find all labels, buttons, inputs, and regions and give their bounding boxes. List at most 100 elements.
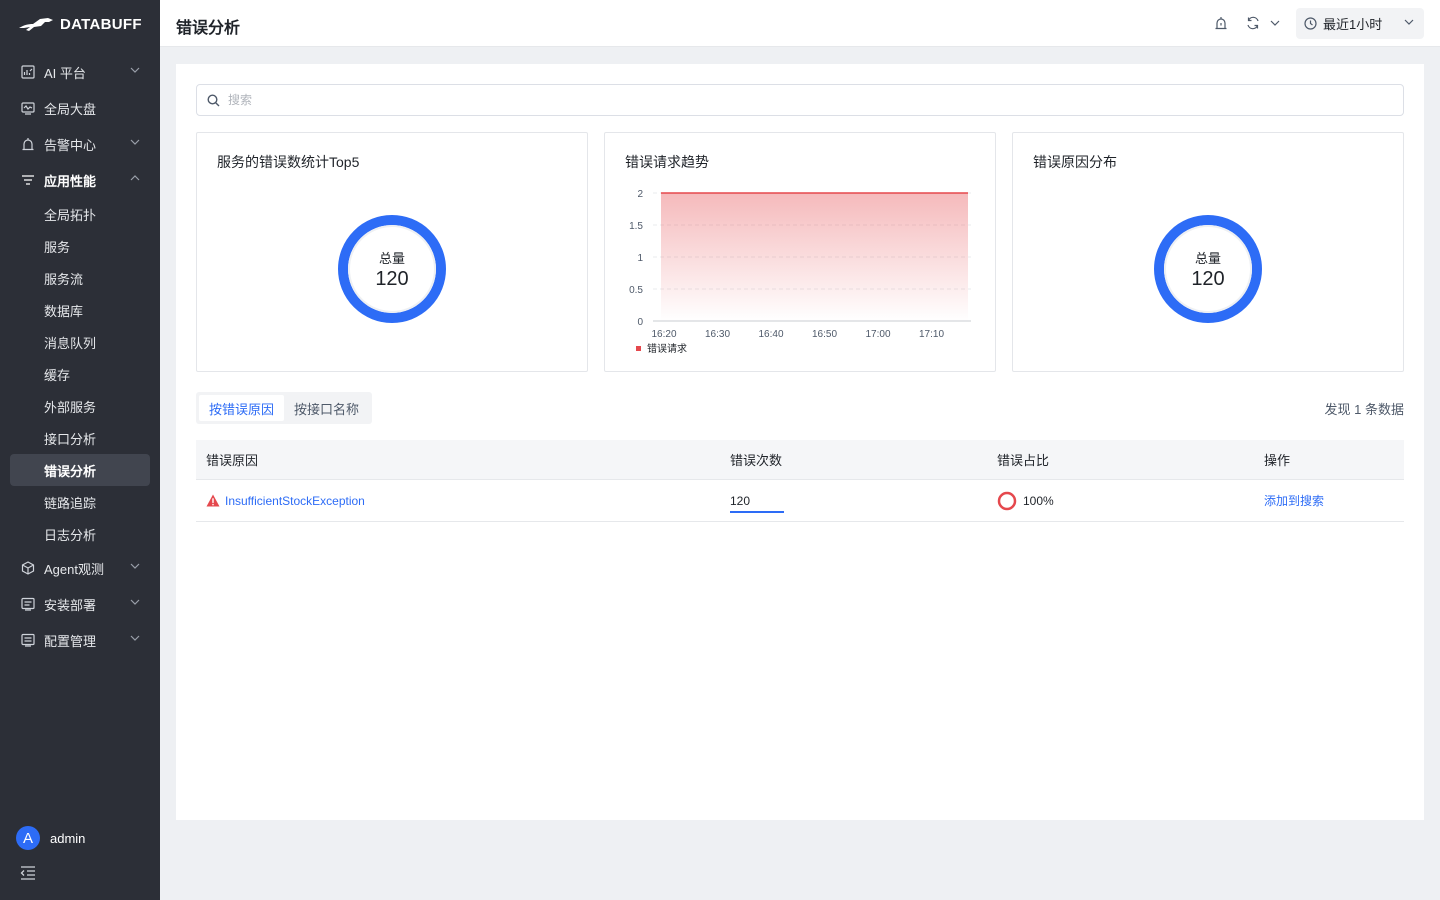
error-cause-link[interactable]: InsufficientStockException (225, 494, 365, 508)
chevron-down-icon (1404, 19, 1414, 25)
brand-name: DATABUFF (60, 15, 142, 33)
chevron-down-icon (130, 67, 140, 73)
legend-swatch (636, 346, 641, 351)
monitor-icon (20, 100, 36, 116)
search-box[interactable] (196, 84, 1404, 116)
nav-item-label: 安装部署 (44, 597, 97, 613)
chevron-down-icon (130, 139, 140, 145)
error-count-value: 120 (730, 494, 751, 508)
x-tick-label: 17:10 (919, 329, 944, 340)
legend-label: 错误请求 (647, 342, 687, 355)
error-count-bar-fill (730, 511, 784, 513)
x-tick-label: 16:40 (758, 329, 783, 340)
settings-doc-icon (20, 632, 36, 648)
sub-item-api-analysis[interactable]: 接口分析 (10, 422, 150, 454)
sub-item-log-analysis[interactable]: 日志分析 (10, 518, 150, 550)
x-tick-label: 16:20 (651, 329, 676, 340)
sidebar-nav: AI 平台 全局大盘 告警中心 应用性能 全局拓扑 服务 服务流 数据库 消息队… (0, 54, 160, 658)
donut-total-value: 120 (1191, 267, 1225, 290)
chevron-down-icon (130, 635, 140, 641)
sub-item-global-topology[interactable]: 全局拓扑 (10, 198, 150, 230)
cheetah-logo-icon (19, 18, 53, 31)
nav-item-label: 告警中心 (44, 137, 97, 153)
y-tick-label: 2 (637, 189, 643, 200)
warning-icon (206, 494, 220, 507)
sub-item-service-flow[interactable]: 服务流 (10, 262, 150, 294)
add-to-search-link[interactable]: 添加到搜索 (1264, 494, 1324, 508)
nav-item-label: AI 平台 (44, 65, 86, 81)
cube-icon (20, 560, 36, 576)
nav-item-ai-platform[interactable]: AI 平台 (0, 54, 160, 90)
page-title: 错误分析 (176, 20, 241, 37)
y-tick-label: 0 (637, 317, 643, 328)
collapse-menu-icon (20, 866, 35, 880)
avatar: A (16, 826, 40, 850)
username: admin (50, 830, 86, 846)
donut-total-label: 总量 (378, 250, 405, 266)
nav-item-install-deploy[interactable]: 安装部署 (0, 586, 160, 622)
donut-chart-top5[interactable]: 总量 120 (337, 214, 447, 324)
chevron-down-icon (130, 563, 140, 569)
sub-item-service[interactable]: 服务 (10, 230, 150, 262)
chevron-down-icon[interactable] (1270, 20, 1280, 26)
sub-item-message-queue[interactable]: 消息队列 (10, 326, 150, 358)
brand-logo[interactable]: DATABUFF (18, 12, 142, 36)
result-count: 发现 1 条数据 (1324, 402, 1404, 417)
search-input[interactable] (228, 93, 1378, 107)
filter-lines-icon (20, 172, 36, 188)
error-cause-cell: InsufficientStockException (196, 494, 730, 508)
donut-total-label: 总量 (1194, 250, 1221, 266)
group-by-tabs: 按错误原因 按接口名称 (196, 392, 373, 424)
error-count-bar (730, 511, 784, 513)
refresh-icon[interactable] (1246, 16, 1260, 30)
card-cause: 错误原因分布 总量 120 (1012, 132, 1404, 372)
nav-item-label: 配置管理 (44, 633, 97, 649)
nav-item-global-dashboard[interactable]: 全局大盘 (0, 90, 160, 126)
donut-total-value: 120 (375, 267, 409, 290)
sub-item-trace[interactable]: 链路追踪 (10, 486, 150, 518)
column-header: 错误原因 (206, 453, 259, 468)
nav-item-label: 应用性能 (44, 173, 97, 189)
action-cell: 添加到搜索 (1264, 492, 1404, 509)
chevron-up-icon (130, 175, 140, 181)
time-range-select[interactable]: 最近1小时 (1296, 8, 1424, 39)
tab-by-api-name[interactable]: 按接口名称 (284, 395, 369, 421)
error-percent-value: 100% (1023, 493, 1054, 508)
user-profile[interactable]: A admin (16, 826, 85, 850)
card-title: 服务的错误数统计Top5 (217, 154, 360, 170)
sub-item-error-analysis[interactable]: 错误分析 (10, 454, 150, 486)
alarm-bell-icon[interactable] (1214, 16, 1228, 31)
error-table: 错误原因 错误次数 错误占比 操作 InsufficientStockExcep… (196, 440, 1404, 522)
nav-item-agent-observe[interactable]: Agent观测 (0, 550, 160, 586)
clock-icon (1304, 17, 1317, 30)
table-header: 错误原因 错误次数 错误占比 操作 (196, 440, 1404, 480)
tab-by-error-cause[interactable]: 按错误原因 (199, 395, 285, 421)
column-header[interactable]: 错误次数 (730, 450, 997, 469)
x-tick-label: 16:30 (705, 329, 730, 340)
y-tick-label: 0.5 (629, 285, 643, 296)
collapse-sidebar-button[interactable] (20, 866, 36, 883)
sub-item-cache[interactable]: 缓存 (10, 358, 150, 390)
error-trend-chart[interactable]: 00.511.5216:20 16:30 16:40 16:50 17:00 17:10错… (605, 133, 995, 371)
nav-item-alarm-center[interactable]: 告警中心 (0, 126, 160, 162)
x-tick-label: 16:50 (812, 329, 837, 340)
donut-chart-cause[interactable]: 总量 120 (1153, 214, 1263, 324)
column-header[interactable]: 错误占比 (997, 450, 1264, 469)
card-trend: 错误请求趋势 0 0.5 1 1.5 2 16:20 16:30 16:40 16:50 17:0… (604, 132, 996, 372)
series-area (661, 193, 968, 321)
error-percent-cell: 100% (997, 491, 1264, 511)
y-tick-label: 1 (637, 253, 643, 264)
ai-chart-icon (20, 64, 36, 80)
nav-item-config-management[interactable]: 配置管理 (0, 622, 160, 658)
card-title: 错误原因分布 (1033, 154, 1117, 170)
nav-item-label: 全局大盘 (44, 101, 97, 117)
time-range-label: 最近1小时 (1323, 17, 1383, 32)
x-tick-label: 17:00 (865, 329, 890, 340)
search-icon (207, 93, 220, 106)
sub-item-external-service[interactable]: 外部服务 (10, 390, 150, 422)
sidebar: DATABUFF AI 平台 全局大盘 告警中心 应用性能 全局拓扑 服务 服务… (0, 0, 160, 900)
card-top5: 服务的错误数统计Top5 总量 120 (196, 132, 588, 372)
nav-item-app-performance[interactable]: 应用性能 (0, 162, 160, 198)
sub-item-database[interactable]: 数据库 (10, 294, 150, 326)
chevron-down-icon (130, 599, 140, 605)
